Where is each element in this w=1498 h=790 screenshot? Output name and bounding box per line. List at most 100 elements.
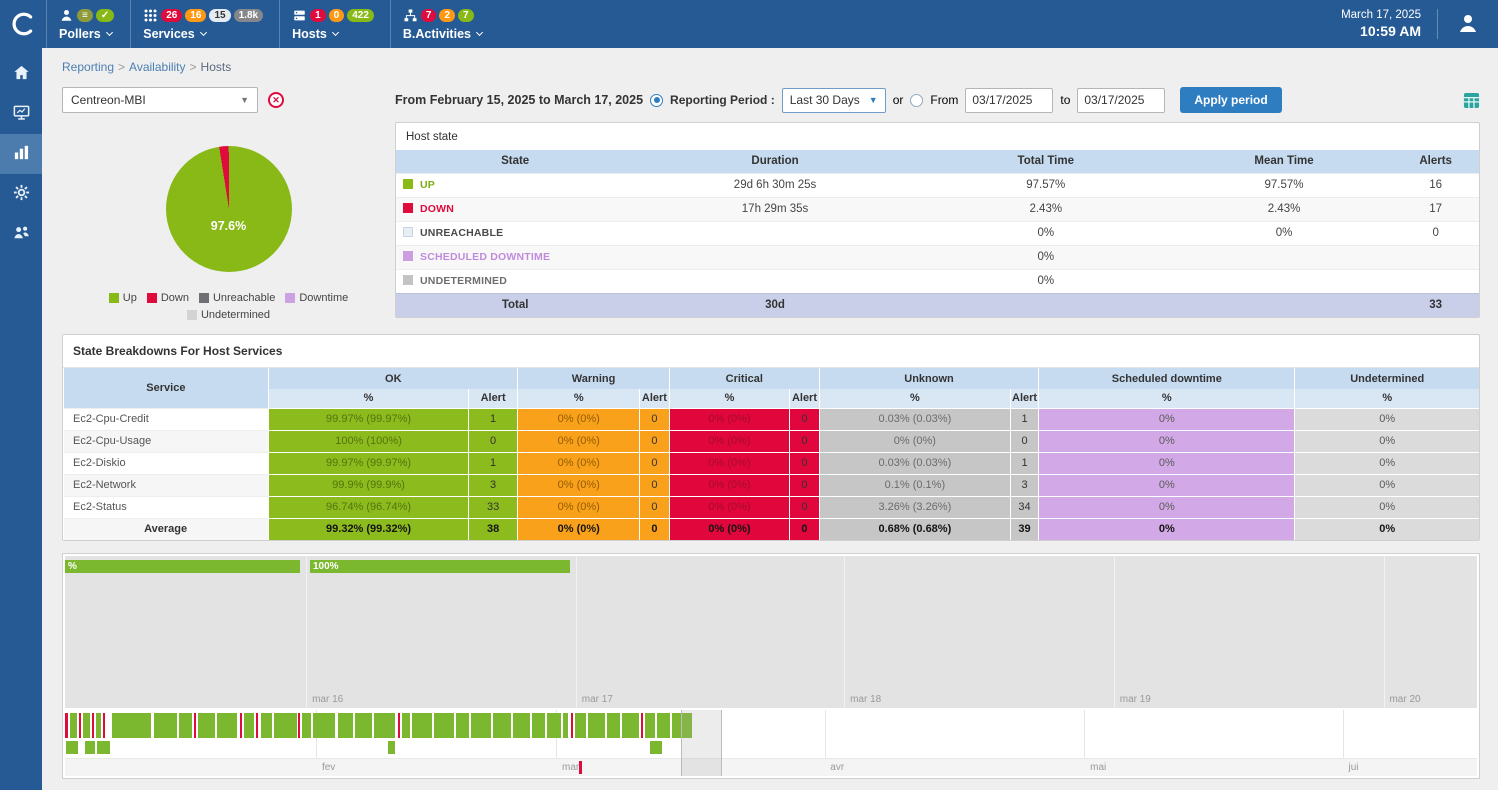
clear-host-filter-icon[interactable]: ✕ (268, 92, 284, 108)
navigator-status-segment (398, 713, 400, 738)
sidebar-item-configuration[interactable] (0, 174, 42, 214)
status-badge: 7 (421, 9, 437, 22)
subcolumn-percent: % (518, 389, 640, 408)
timeline-navigator[interactable]: fevmaravrmaijui (65, 710, 1477, 776)
menu-services[interactable]: 2616151.8kServices (130, 0, 279, 48)
current-time: 10:59 AM (1341, 23, 1421, 39)
host-state-title: Host state (396, 123, 1479, 150)
legend-item: Up (109, 292, 137, 304)
breakdown-panel: State Breakdowns For Host Services Servi… (62, 334, 1480, 541)
legend-color-square (147, 293, 157, 303)
navigator-status-segment (402, 713, 410, 738)
value-cell: 0% (1295, 408, 1479, 430)
menu-ba[interactable]: 727B.Activities (390, 0, 498, 48)
navigator-status-segment (641, 713, 643, 738)
host-select[interactable]: Centreon-MBI ▼ (62, 87, 258, 113)
state-mean: 0% (1176, 221, 1393, 245)
reporting-period-radio[interactable] (650, 94, 663, 107)
export-icon[interactable] (1463, 92, 1480, 109)
navigator-status-segment (83, 713, 89, 738)
value-cell: 0 (790, 474, 820, 496)
column-header-mean-time: Mean Time (1176, 150, 1393, 173)
subcolumn-percent: % (819, 389, 1010, 408)
service-name: Ec2-Cpu-Credit (64, 408, 269, 430)
state-total: 97.57% (916, 173, 1176, 197)
from-date-input[interactable] (965, 88, 1053, 113)
value-cell: 0% (0%) (669, 408, 789, 430)
state-duration (634, 221, 916, 245)
sidebar-item-administration[interactable] (0, 214, 42, 254)
navigator-status-segment (563, 713, 567, 738)
sidebar-item-reporting[interactable] (0, 134, 42, 174)
breadcrumb-item[interactable]: Hosts (201, 60, 232, 74)
status-badge: ✓ (96, 9, 114, 22)
user-menu[interactable] (1437, 9, 1498, 39)
custom-period-radio[interactable] (910, 94, 923, 107)
value-cell: 0.03% (0.03%) (819, 452, 1010, 474)
value-cell: 0% (1295, 452, 1479, 474)
or-label: or (893, 93, 904, 107)
pie-value-label: 97.6% (166, 219, 292, 233)
top-menus: ≡✓Pollers2616151.8kServices10422Hosts727… (46, 0, 498, 48)
navigator-status-segment (194, 713, 196, 738)
chevron-down-icon (106, 29, 113, 36)
navigator-status-segment (85, 741, 95, 754)
column-header-total-time: Total Time (916, 150, 1176, 173)
value-cell: 0 (640, 430, 670, 452)
legend-color-square (199, 293, 209, 303)
value-cell: 100% (100%) (269, 430, 469, 452)
navigator-status-segment (302, 713, 310, 738)
value-cell: 99.97% (99.97%) (269, 408, 469, 430)
service-name: Ec2-Diskio (64, 452, 269, 474)
state-cell: DOWN (396, 197, 634, 221)
value-cell: 0% (0%) (669, 452, 789, 474)
navigator-axis-label: fev (322, 762, 335, 773)
state-alerts: 17 (1392, 197, 1479, 221)
menu-label-row: Pollers (59, 27, 114, 41)
menu-label-row: B.Activities (403, 27, 482, 41)
value-cell: 99.32% (99.32%) (269, 518, 469, 540)
navigator-axis-strip (65, 758, 1477, 776)
period-select[interactable]: Last 30 Days ▼ (782, 88, 886, 113)
sidebar (0, 48, 42, 790)
sidebar-item-monitoring[interactable] (0, 94, 42, 134)
navigator-status-segment (256, 713, 258, 738)
menu-top: 10422 (292, 7, 374, 24)
to-date-input[interactable] (1077, 88, 1165, 113)
value-cell: 0% (0%) (669, 474, 789, 496)
breadcrumb-item[interactable]: Availability (129, 60, 185, 74)
navigator-status-segment (607, 713, 620, 738)
column-group-header: Scheduled downtime (1039, 368, 1295, 389)
value-cell: 38 (468, 518, 518, 540)
service-name: Average (64, 518, 269, 540)
subcolumn-percent: % (1039, 389, 1295, 408)
breadcrumb-item[interactable]: Reporting (62, 60, 114, 74)
total-label: Total (396, 293, 634, 317)
menu-pollers[interactable]: ≡✓ Pollers (46, 0, 130, 48)
menu-top: ≡✓ (59, 7, 114, 24)
legend-label: Unreachable (213, 292, 275, 304)
status-badge: 1 (310, 9, 326, 22)
subcolumn-percent: % (1295, 389, 1479, 408)
menu-hosts[interactable]: 10422Hosts (279, 0, 390, 48)
state-alerts (1392, 245, 1479, 269)
value-cell: 1 (468, 408, 518, 430)
value-cell: 0 (790, 430, 820, 452)
subcolumn-percent: % (669, 389, 789, 408)
timeline-panel: mar 16mar 17mar 18mar 19mar 20%100% fevm… (62, 553, 1480, 779)
menu-label: B.Activities (403, 27, 471, 41)
navigator-status-segment (645, 713, 655, 738)
value-cell: 0% (1295, 496, 1479, 518)
availability-timeline-chart[interactable]: mar 16mar 17mar 18mar 19mar 20%100% (65, 556, 1477, 708)
sidebar-item-home[interactable] (0, 54, 42, 94)
navigator-status-segment (547, 713, 561, 738)
navigator-selection-window[interactable] (681, 710, 722, 776)
state-label: UP (420, 179, 435, 191)
availability-pie-section: 97.6% UpDownUnreachableDowntimeUndetermi… (62, 122, 395, 321)
timeline-axis-label: mar 19 (1120, 694, 1151, 705)
value-cell: 3 (468, 474, 518, 496)
value-cell: 0 (790, 518, 820, 540)
centreon-logo[interactable] (0, 0, 46, 48)
apply-period-button[interactable]: Apply period (1180, 87, 1281, 113)
navigator-status-segment (66, 741, 77, 754)
